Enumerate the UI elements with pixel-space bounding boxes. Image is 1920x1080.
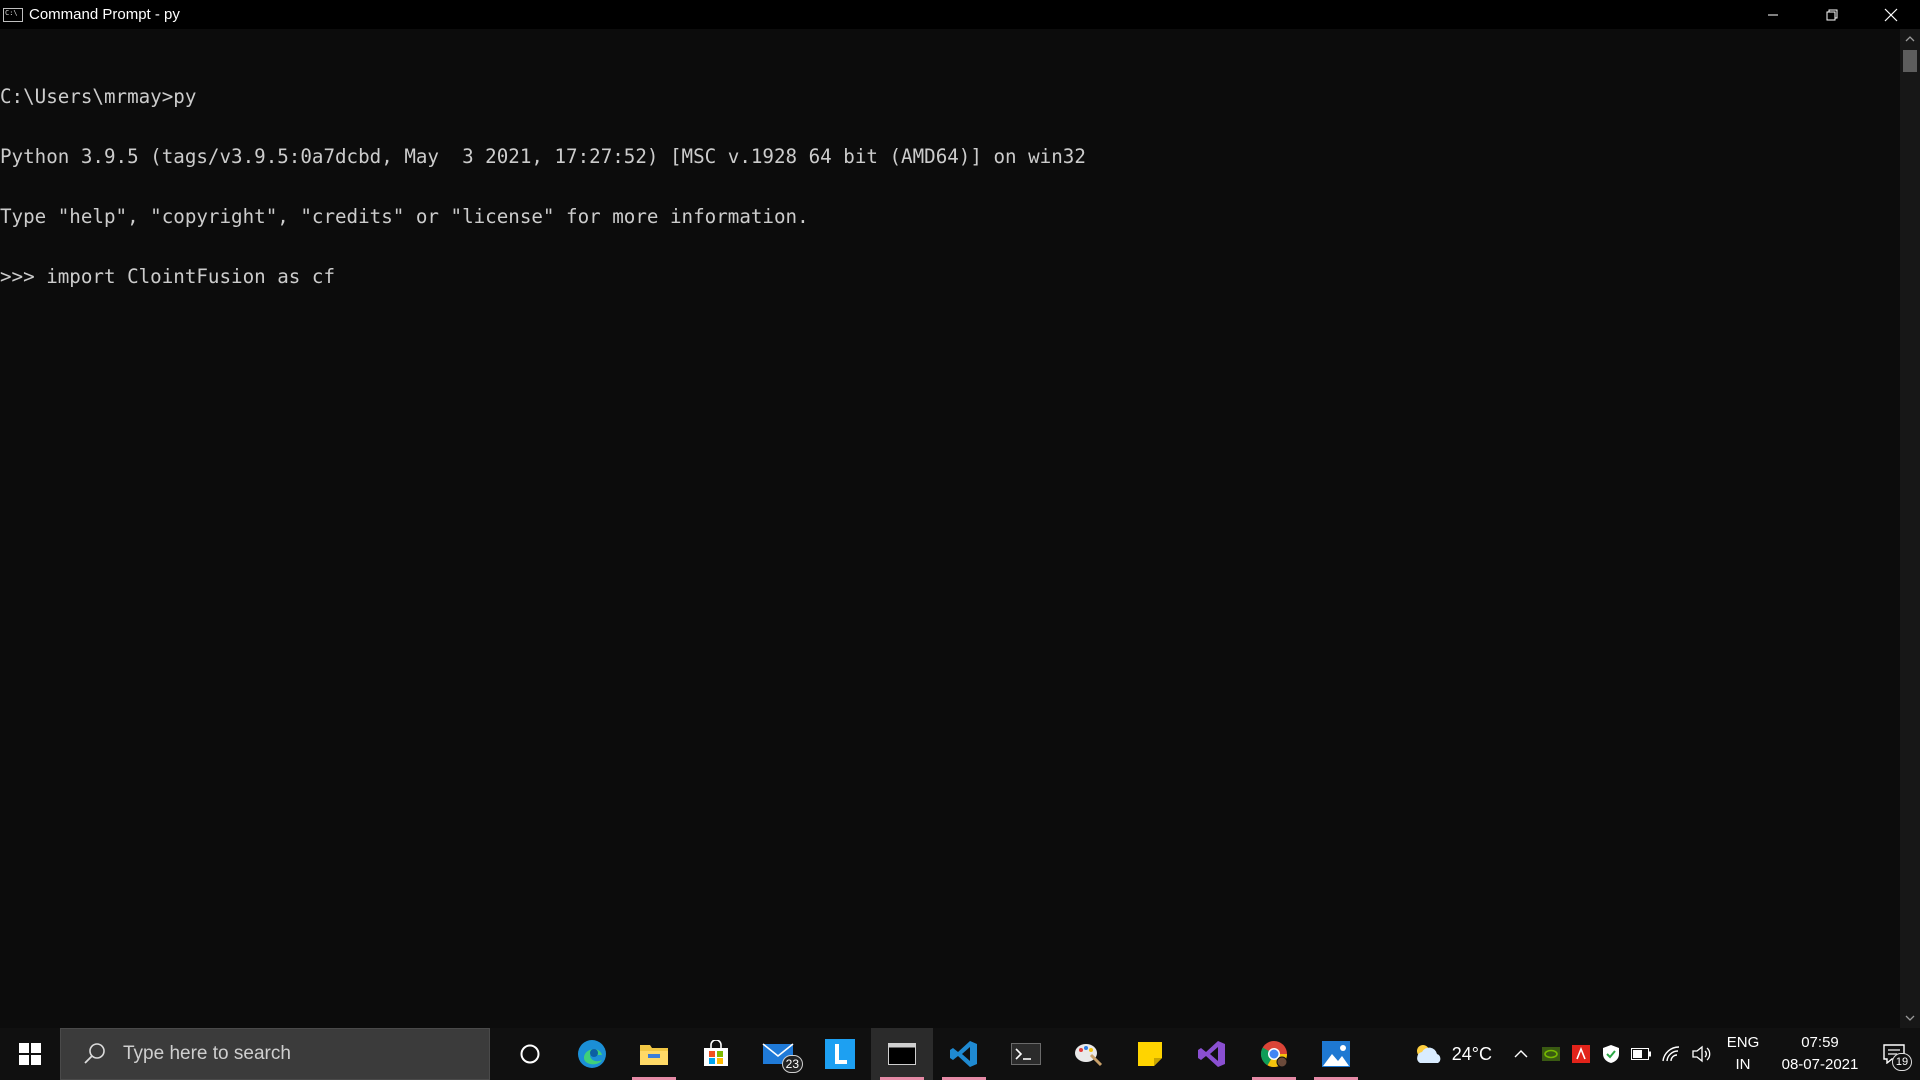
l-app-icon	[825, 1039, 855, 1069]
nvidia-icon	[1542, 1047, 1560, 1061]
store-icon	[704, 1040, 728, 1066]
cortana-button[interactable]	[499, 1028, 561, 1080]
terminal-icon	[1011, 1043, 1041, 1065]
chrome-icon	[1260, 1041, 1288, 1068]
search-icon	[84, 1043, 105, 1064]
close-button[interactable]	[1861, 0, 1920, 29]
scroll-down-button[interactable]	[1900, 1008, 1920, 1028]
search-placeholder: Type here to search	[123, 1043, 291, 1064]
acrobat-tray-button[interactable]	[1566, 1028, 1596, 1080]
photos-icon	[1322, 1041, 1350, 1067]
window-title: Command Prompt - py	[29, 6, 180, 23]
input-language[interactable]: ENG IN	[1720, 1032, 1766, 1076]
file-explorer-button[interactable]	[623, 1028, 685, 1080]
restore-icon	[1826, 9, 1837, 20]
speaker-icon	[1692, 1045, 1711, 1063]
chevron-up-icon	[1514, 1050, 1528, 1058]
security-tray-button[interactable]	[1596, 1028, 1626, 1080]
chevron-up-icon	[1905, 36, 1915, 42]
scroll-up-button[interactable]	[1900, 29, 1920, 49]
battery-icon	[1631, 1048, 1651, 1060]
clock-time: 07:59	[1801, 1034, 1839, 1051]
weather-temperature: 24°C	[1451, 1043, 1492, 1064]
cortana-icon	[520, 1044, 540, 1064]
visual-studio-button[interactable]	[1181, 1028, 1243, 1080]
sticky-notes-button[interactable]	[1119, 1028, 1181, 1080]
console-line: >>> import ClointFusion as cf	[0, 265, 336, 288]
console-line: Type "help", "copyright", "credits" or "…	[0, 205, 809, 228]
restore-button[interactable]	[1802, 0, 1861, 29]
start-button[interactable]	[0, 1028, 60, 1080]
cloud-icon	[1416, 1045, 1441, 1063]
notification-count-badge: 19	[1892, 1053, 1912, 1071]
chevron-down-icon	[1905, 1015, 1915, 1021]
action-center-button[interactable]: 19	[1868, 1028, 1920, 1080]
window-controls	[1743, 0, 1920, 29]
visual-studio-icon	[1198, 1041, 1225, 1067]
keyboard-region: IN	[1735, 1056, 1751, 1073]
scroll-thumb[interactable]	[1903, 50, 1917, 72]
taskbar-search-box[interactable]: Type here to search	[60, 1028, 490, 1080]
wifi-icon	[1662, 1046, 1680, 1062]
store-button[interactable]	[685, 1028, 747, 1080]
photos-button[interactable]	[1305, 1028, 1367, 1080]
minimize-icon	[1767, 14, 1778, 15]
command-prompt-icon	[888, 1043, 916, 1065]
network-tray-button[interactable]	[1656, 1028, 1686, 1080]
mail-button[interactable]: 23	[747, 1028, 809, 1080]
sticky-notes-icon	[1138, 1042, 1162, 1066]
volume-tray-button[interactable]	[1686, 1028, 1716, 1080]
cmd-window-icon[interactable]	[3, 7, 23, 22]
language-code: ENG	[1726, 1034, 1760, 1051]
vertical-scrollbar[interactable]	[1900, 29, 1920, 1028]
nvidia-tray-button[interactable]	[1536, 1028, 1566, 1080]
l-app-button[interactable]	[809, 1028, 871, 1080]
show-hidden-icons-button[interactable]	[1506, 1028, 1536, 1080]
chrome-button[interactable]	[1243, 1028, 1305, 1080]
weather-widget[interactable]: 24°C	[1414, 1043, 1492, 1065]
windows-logo-icon	[19, 1043, 41, 1065]
taskbar: Type here to search 23 24°C ENG IN 07:59…	[0, 1028, 1920, 1080]
mail-unread-badge: 23	[781, 1055, 803, 1073]
edge-button[interactable]	[561, 1028, 623, 1080]
vscode-icon	[950, 1041, 977, 1067]
paint-icon	[1075, 1044, 1103, 1067]
console-output[interactable]: C:\Users\mrmay>py Python 3.9.5 (tags/v3.…	[0, 29, 1900, 1028]
paint-button[interactable]	[1057, 1028, 1119, 1080]
close-icon	[1884, 8, 1897, 21]
clock[interactable]: 07:59 08-07-2021	[1772, 1032, 1868, 1076]
console-line: Python 3.9.5 (tags/v3.9.5:0a7dcbd, May 3…	[0, 145, 1086, 168]
title-bar[interactable]: Command Prompt - py	[0, 0, 1920, 29]
battery-tray-button[interactable]	[1626, 1028, 1656, 1080]
minimize-button[interactable]	[1743, 0, 1802, 29]
command-prompt-button[interactable]	[871, 1028, 933, 1080]
acrobat-icon	[1572, 1045, 1590, 1063]
taskbar-apps: 23	[499, 1028, 1367, 1080]
clock-date: 08-07-2021	[1781, 1056, 1859, 1073]
console-line: C:\Users\mrmay>py	[0, 85, 197, 108]
edge-icon	[578, 1040, 606, 1068]
file-explorer-icon	[640, 1045, 668, 1065]
vscode-button[interactable]	[933, 1028, 995, 1080]
shield-icon	[1603, 1045, 1619, 1063]
terminal-button[interactable]	[995, 1028, 1057, 1080]
system-tray: 24°C ENG IN 07:59 08-07-2021 19	[1414, 1028, 1920, 1080]
